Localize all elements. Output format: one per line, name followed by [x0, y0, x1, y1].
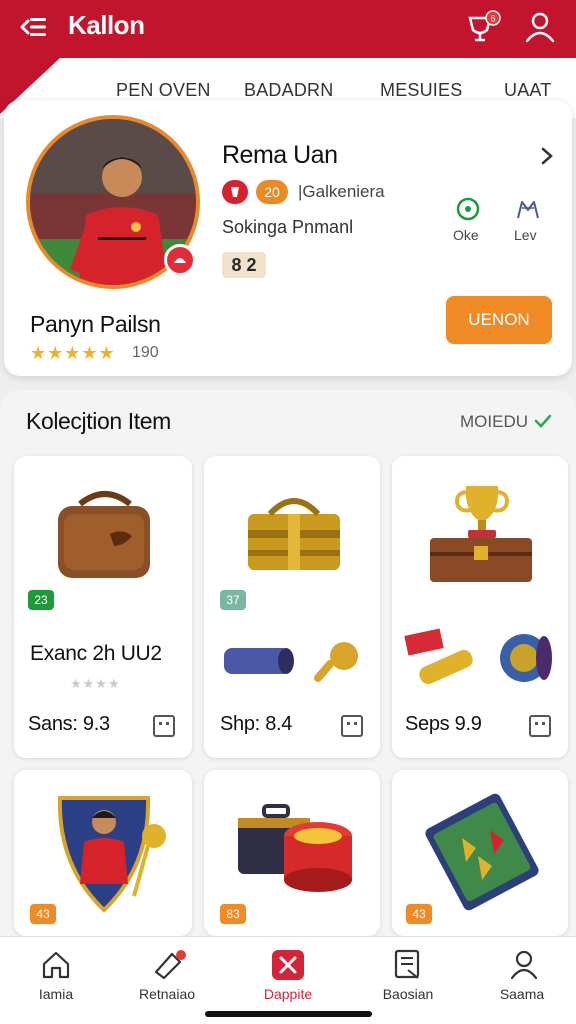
profile-name: Rema Uan [222, 141, 338, 169]
card-menu-icon[interactable] [528, 714, 552, 738]
star-rating: ★★★★★ [30, 343, 116, 363]
trophy-chest-image [430, 486, 532, 582]
card-stack-image [425, 793, 539, 911]
collection-card-player-shield[interactable]: 43 [14, 770, 192, 936]
menu-icon[interactable] [18, 14, 48, 40]
club-name: |Galkeniera [298, 182, 385, 201]
lev-icon[interactable] [514, 196, 542, 222]
card-tag: 43 [30, 904, 56, 924]
leather-bag-image [58, 491, 150, 578]
app-header: Kallon 6 [0, 0, 576, 58]
scroll-and-key-image [224, 642, 358, 682]
drum-case-image [238, 804, 352, 892]
player-name: Panyn Pailsn [30, 311, 161, 337]
home-indicator [205, 1011, 372, 1017]
player-position: Sokinga Pnmanl [222, 217, 354, 237]
see-more-link[interactable]: MOIEDU [460, 412, 528, 432]
collection-card-drum-case[interactable]: 83 [204, 770, 380, 936]
app-title: Kallon [68, 10, 145, 40]
collection-card-trophy-chest[interactable]: Seps 9.9 [392, 456, 568, 758]
favorites-icon [272, 950, 304, 980]
stat-label-oke: Oke [453, 227, 479, 243]
club-crest-icon [222, 180, 248, 204]
card-price: Seps 9.9 [405, 713, 482, 735]
tab-badadrn[interactable]: BADADRN [244, 80, 333, 101]
card-tag: 23 [28, 590, 54, 610]
collection-card-leather-bag[interactable]: 23 Exanc 2h UU2 ★★★★ Sans: 9.3 [14, 456, 192, 758]
account-icon[interactable] [524, 10, 556, 44]
player-shield-image [57, 796, 166, 913]
avatar-status-badge [164, 244, 196, 276]
notification-count: 6 [490, 14, 495, 24]
card-price: Shp: 8.4 [220, 713, 293, 735]
nav-label-home: Iamia [38, 986, 74, 1002]
check-icon[interactable] [534, 413, 552, 429]
collection-card-card-stack[interactable]: 43 [392, 770, 568, 936]
player-rating: 8 2 [222, 252, 266, 278]
profile-icon [510, 950, 538, 980]
nav-label-profile: Saama [499, 986, 545, 1002]
number-badge: 20 [256, 180, 288, 204]
card-menu-icon[interactable] [152, 714, 176, 738]
card-menu-icon[interactable] [340, 714, 364, 738]
home-icon [42, 951, 70, 979]
medal-items-image [404, 628, 552, 685]
ok-icon[interactable] [455, 196, 481, 222]
tab-mesuies[interactable]: MESUIES [380, 80, 462, 101]
card-price: Sans: 9.3 [28, 713, 110, 735]
section-title: Kolecjtion Item [26, 408, 171, 434]
nav-label-document: Baosian [382, 986, 434, 1002]
card-tag: 43 [406, 904, 432, 924]
chevron-right-icon[interactable] [540, 146, 554, 166]
stat-label-lev: Lev [514, 227, 537, 243]
nav-label-tag: Retnaiao [138, 986, 196, 1002]
action-button[interactable]: UENON [446, 296, 552, 344]
tab-pen-oven[interactable]: PEN OVEN [116, 80, 211, 101]
card-title: Exanc 2h UU2 [30, 642, 162, 665]
tab-uaat[interactable]: UAAT [504, 80, 551, 101]
trophy-notification-icon[interactable]: 6 [466, 10, 502, 44]
card-tag: 83 [220, 904, 246, 924]
card-stars: ★★★★ [70, 676, 121, 691]
collection-card-golden-chest[interactable]: 37 Shp: 8.4 [204, 456, 380, 758]
document-icon [394, 949, 420, 979]
review-count: 190 [132, 344, 159, 361]
tag-icon [154, 950, 186, 980]
nav-label-favorites: Dappite [263, 986, 313, 1002]
card-tag: 37 [220, 590, 246, 610]
golden-chest-image [248, 498, 340, 570]
